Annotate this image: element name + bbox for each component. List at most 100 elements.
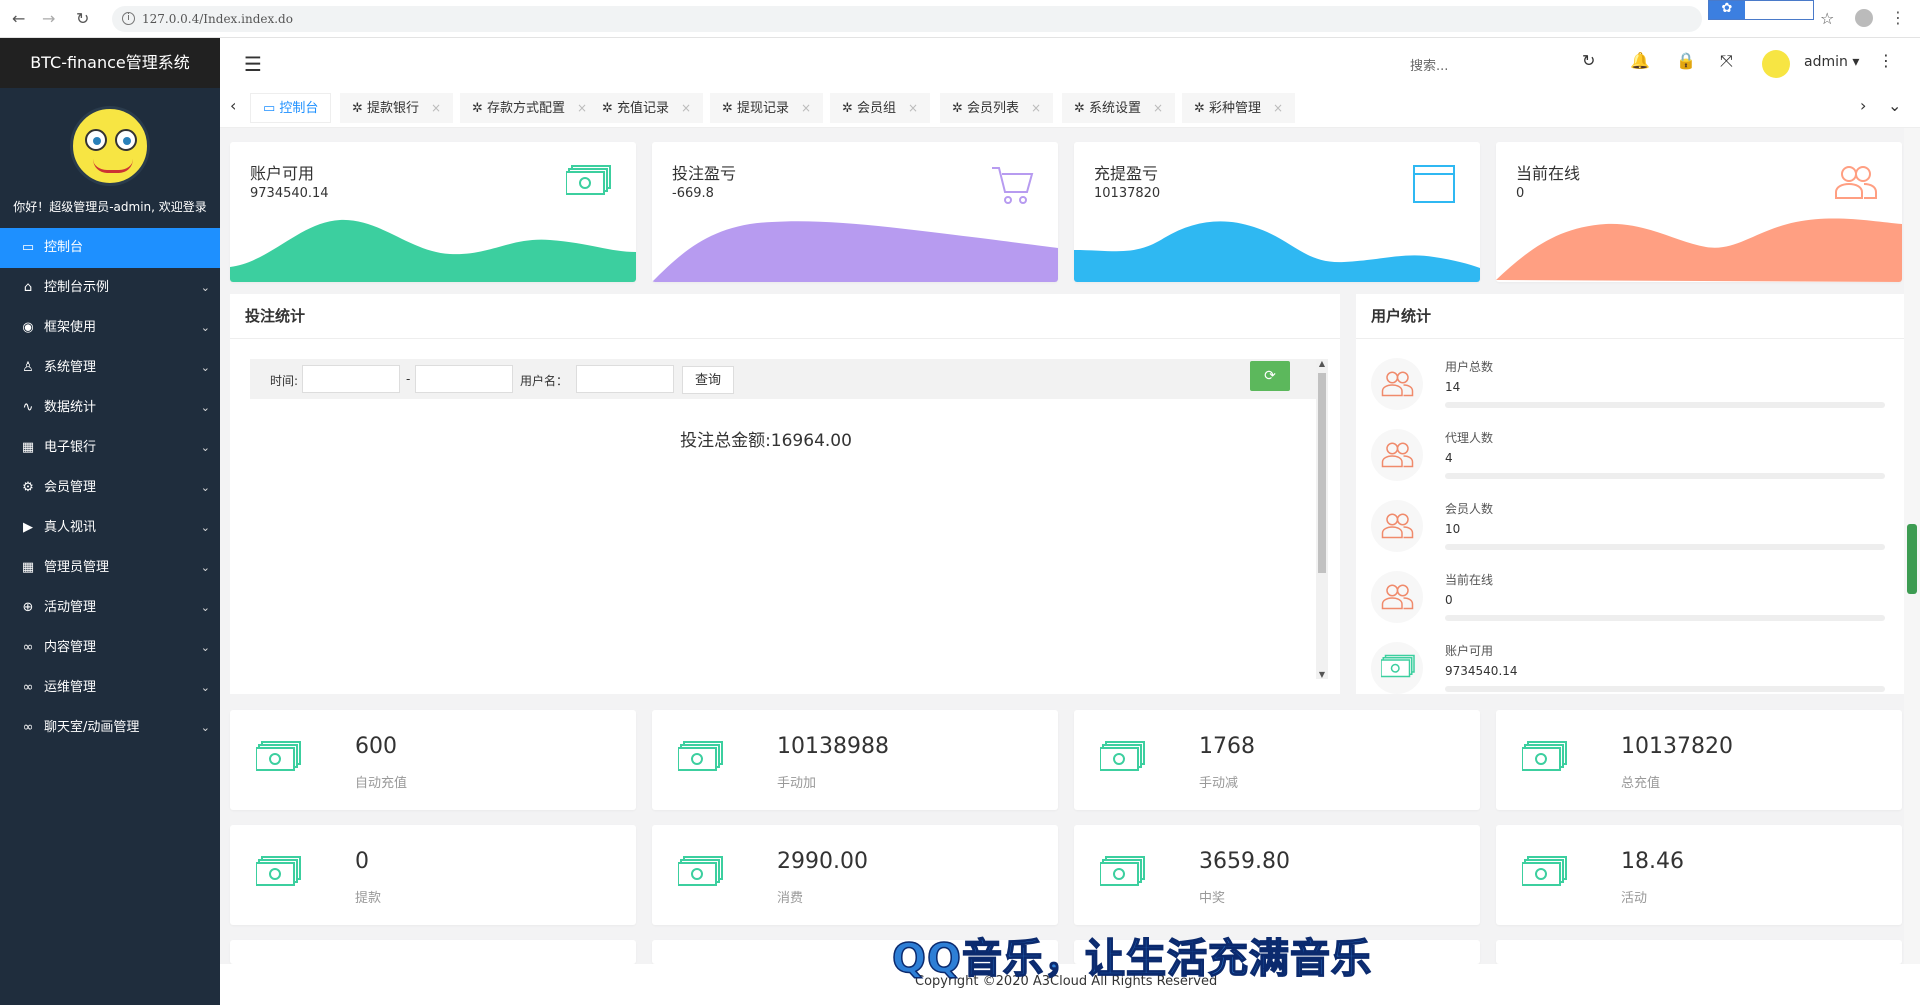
- end-date-input[interactable]: [415, 365, 513, 393]
- stat-label: 当前在线: [1516, 164, 1581, 183]
- profile-icon[interactable]: [1855, 9, 1873, 27]
- sidebar-item[interactable]: ♙ 系统管理 ⌄: [0, 348, 220, 388]
- money-icon: [1099, 855, 1146, 891]
- start-date-input[interactable]: [302, 365, 400, 393]
- pulse-icon: ∿: [22, 400, 34, 415]
- user-stat-label: 会员人数: [1445, 502, 1494, 516]
- tab[interactable]: ✲ 会员列表 ×: [940, 93, 1054, 123]
- refresh-button[interactable]: ⟳: [1250, 361, 1290, 391]
- search-input[interactable]: 搜索...: [1410, 55, 1448, 74]
- query-button[interactable]: 查询: [682, 366, 734, 394]
- user-stat-row: 当前在线 0: [1371, 571, 1896, 637]
- back-icon[interactable]: ←: [12, 9, 25, 28]
- close-icon[interactable]: ×: [801, 101, 811, 115]
- tab[interactable]: ✲ 提现记录 ×: [710, 93, 824, 123]
- filter-bar: 时间: - 用户名： 查询 ⟳: [250, 359, 1322, 399]
- sidebar-item[interactable]: ▭ 控制台: [0, 228, 220, 268]
- tab-label: 会员列表: [967, 101, 1020, 116]
- page-scrollbar[interactable]: [1904, 128, 1920, 964]
- summary-label: 消费: [777, 891, 804, 906]
- tabs-dropdown-icon[interactable]: ⌄: [1888, 96, 1901, 115]
- sidebar-item[interactable]: ▦ 电子银行 ⌄: [0, 428, 220, 468]
- close-icon[interactable]: ×: [577, 101, 587, 115]
- tab[interactable]: ✲ 存款方式配置 ×: [460, 93, 600, 123]
- browser-menu-icon[interactable]: ⋮: [1890, 8, 1906, 27]
- tab[interactable]: ✲ 系统设置 ×: [1062, 93, 1176, 123]
- scroll-down-icon[interactable]: ▼: [1316, 670, 1328, 679]
- tabs-right-icon[interactable]: ›: [1860, 96, 1866, 115]
- close-icon[interactable]: ×: [431, 101, 441, 115]
- bank-icon: ▦: [21, 440, 35, 455]
- sidebar-item[interactable]: ∞ 聊天室/动画管理 ⌄: [0, 708, 220, 748]
- scroll-up-icon[interactable]: ▲: [1316, 359, 1328, 368]
- close-icon[interactable]: ×: [1153, 101, 1163, 115]
- sidebar-item[interactable]: ⌂ 控制台示例 ⌄: [0, 268, 220, 308]
- user-menu[interactable]: admin ▾: [1804, 54, 1859, 70]
- refresh-icon[interactable]: ↻: [1582, 51, 1595, 70]
- tab[interactable]: ✲ 彩种管理 ×: [1182, 93, 1296, 123]
- tabs-left-icon[interactable]: ‹: [230, 96, 236, 115]
- summary-card: 18.46 活动: [1496, 825, 1902, 925]
- tab[interactable]: ✲ 提款银行 ×: [340, 93, 454, 123]
- username-input[interactable]: [576, 365, 674, 393]
- tab-label: 存款方式配置: [487, 101, 566, 116]
- tree-icon: ✲: [1194, 101, 1210, 116]
- address-bar[interactable]: i 127.0.0.4/Index.index.do: [112, 6, 1702, 32]
- sidebar-item[interactable]: ∞ 内容管理 ⌄: [0, 628, 220, 668]
- sidebar-item[interactable]: ◉ 框架使用 ⌄: [0, 308, 220, 348]
- stat-card: 账户可用 9734540.14: [230, 142, 636, 282]
- sidebar-item-label: 控制台: [44, 240, 84, 255]
- close-icon[interactable]: ×: [1273, 101, 1283, 115]
- sidebar-item[interactable]: ∞ 运维管理 ⌄: [0, 668, 220, 708]
- monitor-icon: ▭: [263, 101, 280, 116]
- tab[interactable]: ▭ 控制台: [250, 93, 332, 123]
- sidebar-item-label: 电子银行: [44, 440, 97, 455]
- tab-label: 提款银行: [367, 101, 420, 116]
- sidebar-item-label: 会员管理: [44, 480, 97, 495]
- link-icon: ∞: [22, 680, 34, 695]
- scroll-thumb[interactable]: [1318, 373, 1326, 573]
- chevron-down-icon: ⌄: [200, 481, 210, 494]
- summary-value: 10138988: [777, 734, 889, 759]
- sidebar-item[interactable]: ∿ 数据统计 ⌄: [0, 388, 220, 428]
- money-icon: [1371, 642, 1423, 694]
- close-icon[interactable]: ×: [1031, 101, 1041, 115]
- bell-icon[interactable]: 🔔: [1630, 51, 1650, 70]
- sidebar-item[interactable]: ▶ 真人视讯 ⌄: [0, 508, 220, 548]
- tab[interactable]: ✲ 充值记录 ×: [590, 93, 704, 123]
- sidebar-item[interactable]: ⊕ 活动管理 ⌄: [0, 588, 220, 628]
- extension-icon[interactable]: ✿: [1709, 1, 1745, 19]
- sidebar-item-label: 活动管理: [44, 600, 97, 615]
- circle-icon: ◉: [22, 320, 34, 335]
- forward-icon[interactable]: →: [42, 9, 55, 28]
- users-icon: [1371, 429, 1423, 481]
- user-avatar[interactable]: [1762, 50, 1790, 78]
- close-icon[interactable]: ×: [681, 101, 691, 115]
- more-icon[interactable]: ⋮: [1878, 51, 1894, 70]
- progress-bar: [1445, 473, 1885, 479]
- tab[interactable]: ✲ 会员组 ×: [830, 93, 931, 123]
- info-icon[interactable]: i: [122, 12, 135, 25]
- sidebar-item-label: 真人视讯: [44, 520, 97, 535]
- tree-icon: ✲: [352, 101, 368, 116]
- wave-chart: [1496, 218, 1902, 282]
- menu-toggle-icon[interactable]: ☰: [244, 52, 262, 76]
- progress-bar: [1445, 615, 1885, 621]
- summary-value: 600: [355, 734, 397, 759]
- user-stat-value: 4: [1445, 451, 1453, 465]
- close-icon[interactable]: ×: [908, 101, 918, 115]
- page-scroll-thumb[interactable]: [1907, 524, 1917, 594]
- fullscreen-icon[interactable]: ⤧: [1720, 51, 1733, 71]
- sidebar-item-label: 管理员管理: [44, 560, 110, 575]
- reload-icon[interactable]: ↻: [76, 9, 89, 28]
- lock-icon[interactable]: 🔒: [1676, 51, 1696, 70]
- progress-bar: [1445, 544, 1885, 550]
- sidebar-item[interactable]: ⚙ 会员管理 ⌄: [0, 468, 220, 508]
- summary-card: 2990.00 消费: [652, 825, 1058, 925]
- panel-scrollbar[interactable]: ▲ ▼: [1316, 359, 1328, 679]
- summary-card: 10137820 总充值: [1496, 710, 1902, 810]
- extension-popup[interactable]: ✿: [1708, 0, 1814, 20]
- bookmark-star-icon[interactable]: ☆: [1820, 9, 1834, 28]
- sidebar-item[interactable]: ▦ 管理员管理 ⌄: [0, 548, 220, 588]
- tree-icon: ✲: [602, 101, 618, 116]
